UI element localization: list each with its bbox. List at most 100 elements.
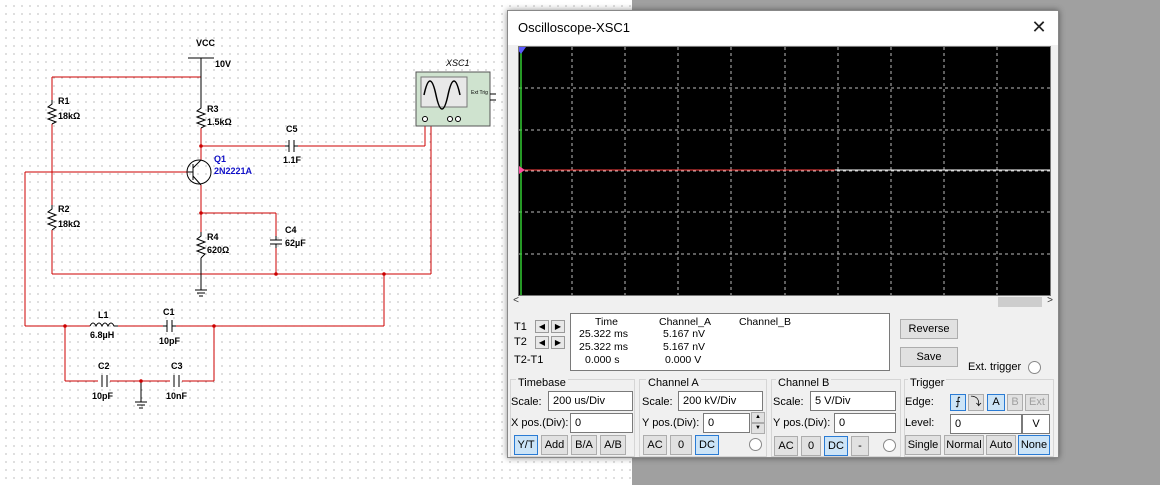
channel-a-title: Channel A	[646, 377, 701, 389]
channel-a-zero-button[interactable]: 0	[670, 435, 692, 455]
col-header-time: Time	[595, 316, 618, 328]
channel-a-ac-button[interactable]: AC	[643, 435, 667, 455]
t2t1-label: T2-T1	[514, 354, 544, 366]
col-header-channel-a: Channel_A	[659, 316, 711, 328]
falling-edge-icon[interactable]: ⤵	[968, 394, 984, 411]
channel-a-dc-button[interactable]: DC	[695, 435, 719, 455]
r2-name: R2	[58, 204, 70, 214]
close-icon[interactable]: ✕	[1028, 16, 1050, 38]
r1-name: R1	[58, 96, 70, 106]
c4-name: C4	[285, 225, 297, 235]
r2-value: 18kΩ	[58, 219, 80, 229]
trigger-source-b-button[interactable]: B	[1007, 394, 1023, 411]
channel-b-scale-field[interactable]: 5 V/Div	[810, 391, 896, 411]
oscilloscope-window: Oscilloscope-XSC1 ✕ < > T1 ◀ ▶ T2 ◀ ▶ T2…	[507, 10, 1059, 458]
none-button[interactable]: None	[1018, 435, 1050, 455]
c4-value: 62µF	[285, 238, 306, 248]
channel-b-ypos-label: Y pos.(Div):	[773, 417, 831, 429]
c1-name: C1	[163, 307, 175, 317]
junctions	[63, 144, 386, 383]
c3-value: 10nF	[166, 391, 188, 401]
title-bar[interactable]: Oscilloscope-XSC1 ✕	[508, 11, 1058, 45]
r3-name: R3	[207, 104, 219, 114]
t1-left-button[interactable]: ◀	[535, 320, 549, 333]
col-header-channel-b: Channel_B	[739, 316, 791, 328]
scroll-left-icon[interactable]: <	[510, 295, 522, 306]
channel-b-scale-label: Scale:	[773, 396, 804, 408]
t2-time: 25.322 ms	[579, 341, 629, 353]
timebase-scale-field[interactable]: 200 us/Div	[548, 391, 633, 411]
oscilloscope-instrument[interactable]	[415, 71, 496, 127]
horizontal-scrollbar[interactable]: < >	[510, 295, 1056, 308]
r4-value: 620Ω	[207, 245, 229, 255]
t1-label: T1	[514, 321, 527, 333]
t1-channel-a: 5.167 nV	[663, 328, 706, 340]
scroll-thumb[interactable]	[998, 297, 1042, 307]
t2-left-button[interactable]: ◀	[535, 336, 549, 349]
trigger-source-a-button[interactable]: A	[987, 394, 1005, 411]
level-unit[interactable]: V	[1022, 414, 1050, 434]
rising-edge-icon[interactable]: ⨍	[950, 394, 966, 411]
c5-name: C5	[286, 124, 298, 134]
channel-b-dc-button[interactable]: DC	[824, 436, 848, 456]
scope-display	[516, 46, 1051, 296]
ypos-down-icon[interactable]: ▼	[751, 423, 765, 434]
cursor-readout-table: Time Channel_A Channel_B 25.322 ms 5.167…	[570, 313, 890, 371]
ab-button[interactable]: A/B	[600, 435, 626, 455]
vcc-label: VCC	[196, 38, 216, 48]
edge-label: Edge:	[905, 396, 934, 408]
channel-b-ypos-field[interactable]: 0	[834, 413, 896, 433]
c1-value: 10pF	[159, 336, 181, 346]
t2-right-button[interactable]: ▶	[551, 336, 565, 349]
t1-time: 25.322 ms	[579, 328, 629, 340]
channel-a-ypos-label: Y pos.(Div):	[642, 417, 700, 429]
channel-b-radio[interactable]	[883, 439, 896, 452]
level-field[interactable]: 0	[950, 414, 1022, 434]
yt-button[interactable]: Y/T	[514, 435, 538, 455]
q1-name: Q1	[214, 154, 226, 164]
scroll-right-icon[interactable]: >	[1044, 295, 1056, 306]
auto-button[interactable]: Auto	[986, 435, 1016, 455]
c2-name: C2	[98, 361, 110, 371]
channel-b-minus-button[interactable]: -	[851, 436, 869, 456]
timebase-title: Timebase	[516, 377, 568, 389]
l1-value: 6.8µH	[90, 330, 114, 340]
trigger-source-ext-button[interactable]: Ext	[1025, 394, 1049, 411]
t2t1-time: 0.000 s	[585, 354, 620, 366]
q1-value: 2N2221A	[214, 166, 253, 176]
t1-right-button[interactable]: ▶	[551, 320, 565, 333]
cursor-t1-marker-icon[interactable]	[516, 47, 526, 54]
r1-value: 18kΩ	[58, 111, 80, 121]
c3-name: C3	[171, 361, 183, 371]
t2t1-channel-a: 0.000 V	[665, 354, 702, 366]
normal-button[interactable]: Normal	[944, 435, 984, 455]
ba-button[interactable]: B/A	[571, 435, 597, 455]
trigger-title: Trigger	[908, 377, 947, 389]
channel-a-scale-label: Scale:	[642, 396, 673, 408]
t2-channel-a: 5.167 nV	[663, 341, 706, 353]
xpos-field[interactable]: 0	[570, 413, 633, 433]
channel-a-ypos-field[interactable]: 0	[703, 413, 750, 433]
single-button[interactable]: Single	[905, 435, 941, 455]
ypos-up-icon[interactable]: ▲	[751, 412, 765, 423]
channel-b-zero-button[interactable]: 0	[801, 436, 821, 456]
channel-a-marker-icon	[519, 166, 525, 174]
xpos-label: X pos.(Div):	[511, 417, 569, 429]
channel-a-scale-field[interactable]: 200 kV/Div	[678, 391, 763, 411]
add-button[interactable]: Add	[541, 435, 568, 455]
channel-a-radio[interactable]	[749, 438, 762, 451]
scope-grid	[516, 47, 1050, 295]
save-button[interactable]: Save	[900, 347, 958, 367]
ext-trigger-radio[interactable]	[1028, 361, 1041, 374]
level-label: Level:	[905, 417, 935, 429]
reverse-button[interactable]: Reverse	[900, 319, 958, 339]
r3-value: 1.5kΩ	[207, 117, 232, 127]
timebase-scale-label: Scale:	[511, 396, 542, 408]
channel-b-ac-button[interactable]: AC	[774, 436, 798, 456]
components	[46, 57, 298, 409]
c5-value: 1.1F	[283, 155, 302, 165]
l1-name: L1	[98, 310, 109, 320]
c2-value: 10pF	[92, 391, 114, 401]
ext-trig-label: Ext Trig	[471, 90, 488, 96]
scope-name: XSC1	[445, 58, 470, 68]
